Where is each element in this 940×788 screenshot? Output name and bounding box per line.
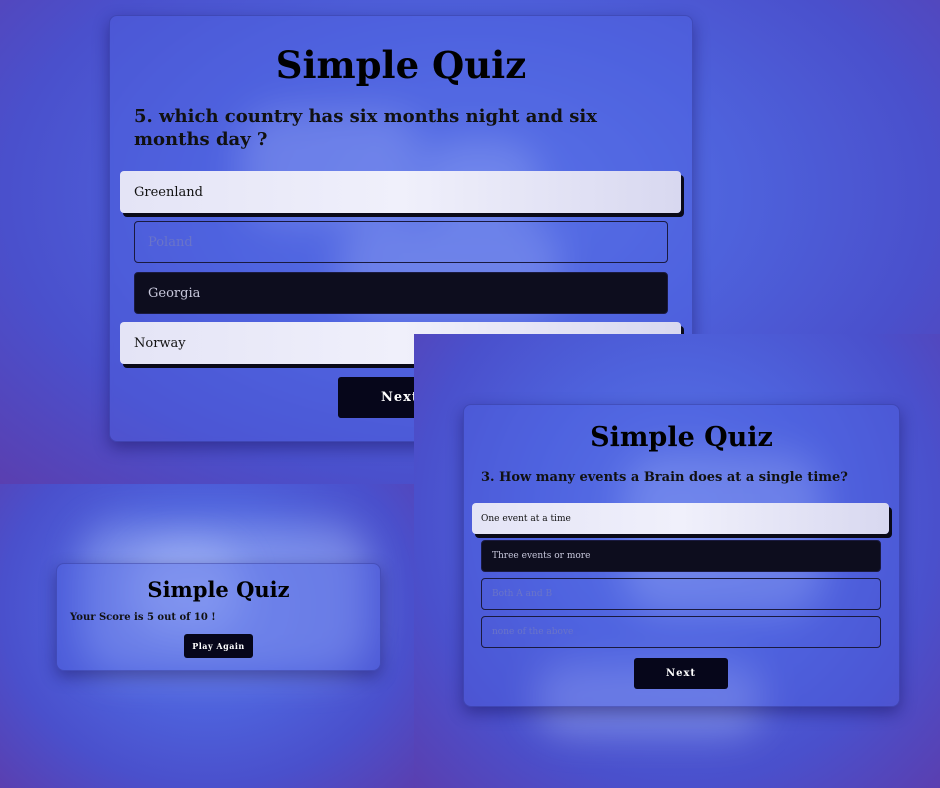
quiz-title: Simple Quiz bbox=[275, 43, 527, 87]
quiz-title: Simple Quiz bbox=[147, 577, 290, 602]
quiz-card: Simple Quiz 3. How many events a Brain d… bbox=[463, 404, 900, 707]
quiz-card: Simple Quiz Your Score is 5 out of 10 ! … bbox=[56, 563, 381, 671]
answer-option-both-a-and-b[interactable]: Both A and B bbox=[481, 578, 881, 610]
answer-option-label: Poland bbox=[148, 234, 193, 250]
next-button[interactable]: Next bbox=[634, 658, 728, 689]
answer-option-none-of-the-above[interactable]: none of the above bbox=[481, 616, 881, 648]
answer-option-label: Georgia bbox=[148, 285, 201, 301]
answer-option-one-event[interactable]: One event at a time bbox=[472, 503, 889, 534]
answer-option-label: Greenland bbox=[134, 184, 203, 200]
answer-option-label: none of the above bbox=[492, 627, 574, 637]
play-again-button[interactable]: Play Again bbox=[184, 634, 253, 658]
answer-option-label: Norway bbox=[134, 335, 186, 351]
question-text: 5. which country has six months night an… bbox=[134, 106, 597, 150]
play-again-button-label: Play Again bbox=[192, 641, 245, 651]
quiz-panel-question-3: Simple Quiz 3. How many events a Brain d… bbox=[414, 334, 940, 788]
quiz-title: Simple Quiz bbox=[590, 422, 773, 453]
answer-option-greenland[interactable]: Greenland bbox=[120, 171, 681, 213]
next-button-label: Next bbox=[665, 668, 697, 679]
quiz-panel-score: Simple Quiz Your Score is 5 out of 10 ! … bbox=[0, 484, 414, 788]
answer-option-poland[interactable]: Poland bbox=[134, 221, 668, 263]
answer-option-three-events[interactable]: Three events or more bbox=[481, 540, 881, 572]
answer-option-label: Three events or more bbox=[492, 551, 591, 561]
answer-option-georgia[interactable]: Georgia bbox=[134, 272, 668, 314]
answer-option-label: Both A and B bbox=[492, 589, 553, 599]
question-text: 3. How many events a Brain does at a sin… bbox=[481, 470, 848, 485]
score-text: Your Score is 5 out of 10 ! bbox=[70, 612, 216, 623]
answer-option-label: One event at a time bbox=[481, 513, 571, 524]
